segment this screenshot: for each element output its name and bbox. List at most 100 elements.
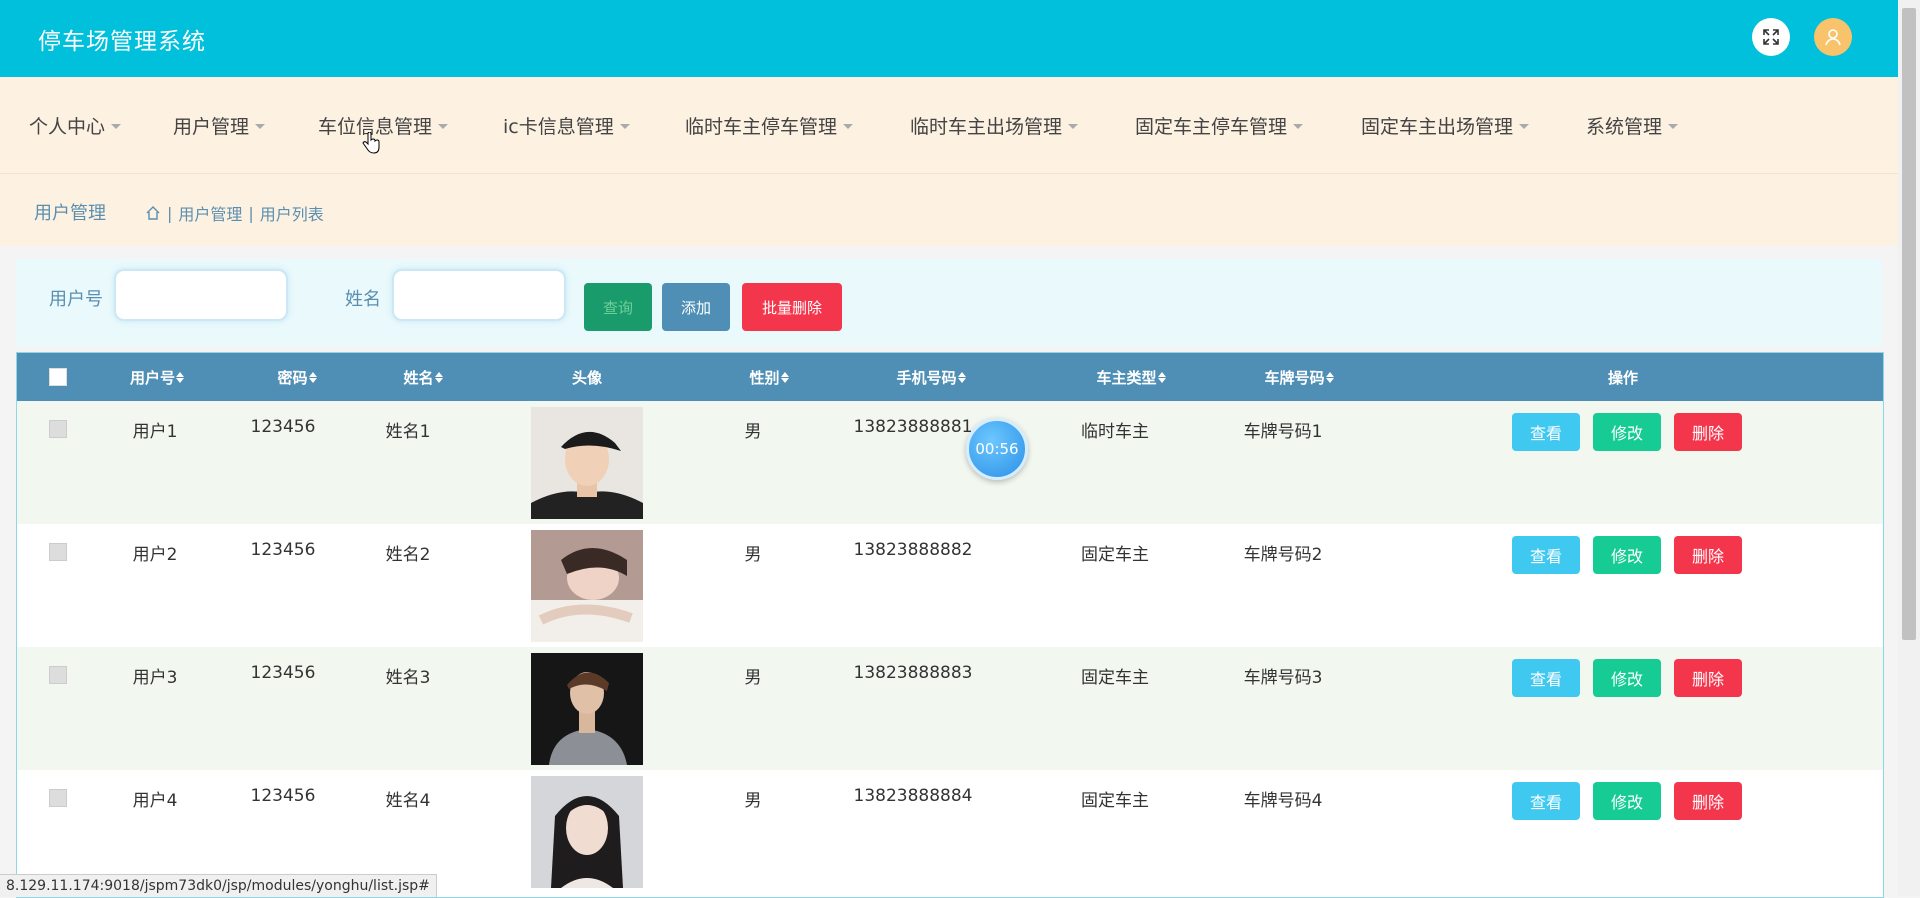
breadcrumb-item[interactable]: 用户管理 [178, 201, 242, 225]
menu-label: 系统管理 [1586, 116, 1663, 138]
app-title: 停车场管理系统 [38, 29, 206, 55]
vertical-scrollbar[interactable] [1898, 0, 1920, 896]
row-checkbox[interactable] [49, 789, 67, 807]
user-id-label: 用户号 [49, 289, 103, 310]
cell-gender: 男 [744, 668, 762, 688]
fullscreen-button[interactable] [1752, 18, 1790, 56]
col-phone[interactable]: 手机号码 [871, 353, 991, 401]
menu-system-management[interactable]: 系统管理 [1586, 112, 1679, 139]
row-checkbox[interactable] [49, 543, 67, 561]
menu-ic-card[interactable]: ic卡信息管理 [503, 112, 630, 139]
table-row: 用户3 123456 姓名3 男 13823888883 固定车主 车牌号码3 … [17, 647, 1883, 770]
breadcrumb-separator: | [248, 203, 254, 223]
menu-label: 个人中心 [29, 116, 106, 138]
cell-owner-type: 临时车主 [1081, 422, 1149, 442]
col-owner-type[interactable]: 车主类型 [1071, 353, 1191, 401]
search-panel: 用户号 姓名 查询 添加 批量删除 [16, 259, 1882, 346]
edit-button[interactable]: 修改 [1593, 782, 1661, 820]
cell-owner-type: 固定车主 [1081, 668, 1149, 688]
batch-delete-button[interactable]: 批量删除 [742, 283, 842, 331]
avatar-photo [531, 407, 643, 519]
breadcrumb-item-current: 用户列表 [259, 205, 324, 224]
menu-label: 固定车主出场管理 [1361, 116, 1514, 138]
col-name[interactable]: 姓名 [383, 353, 463, 401]
home-icon[interactable] [145, 205, 161, 221]
caret-down-icon [1519, 124, 1530, 129]
hand-cursor-icon [362, 132, 380, 154]
edit-button[interactable]: 修改 [1593, 659, 1661, 697]
header-label: 车主类型 [1096, 368, 1157, 387]
expand-icon [1763, 29, 1779, 45]
header-label: 手机号码 [896, 368, 957, 387]
name-label: 姓名 [345, 289, 381, 310]
name-input[interactable] [392, 269, 566, 321]
cell-gender: 男 [744, 545, 762, 565]
delete-button[interactable]: 删除 [1674, 782, 1742, 820]
timer-badge[interactable]: 00:56 [966, 418, 1028, 480]
caret-down-icon [1068, 124, 1079, 129]
cell-plate: 车牌号码1 [1243, 422, 1323, 442]
cell-owner-type: 固定车主 [1081, 545, 1149, 565]
view-button[interactable]: 查看 [1512, 659, 1580, 697]
cell-user-id: 用户1 [132, 422, 178, 442]
avatar-photo [531, 530, 643, 642]
delete-button[interactable]: 删除 [1674, 659, 1742, 697]
caret-down-icon [111, 124, 122, 129]
menu-personal-center[interactable]: 个人中心 [29, 112, 122, 139]
menu-fixed-parking[interactable]: 固定车主停车管理 [1135, 112, 1304, 139]
cell-phone: 13823888882 [853, 540, 973, 560]
cell-password: 123456 [250, 786, 316, 806]
view-button[interactable]: 查看 [1512, 536, 1580, 574]
view-button[interactable]: 查看 [1512, 782, 1580, 820]
table-row: 用户1 123456 姓名1 男 13823888881 临时车主 车牌号码1 … [17, 401, 1883, 524]
row-checkbox[interactable] [49, 666, 67, 684]
header-label: 操作 [1607, 368, 1638, 387]
menu-temp-exit[interactable]: 临时车主出场管理 [910, 112, 1079, 139]
menu-fixed-exit[interactable]: 固定车主出场管理 [1361, 112, 1530, 139]
header-label: 头像 [571, 368, 602, 387]
top-bar: 停车场管理系统 [0, 0, 1898, 77]
edit-button[interactable]: 修改 [1593, 536, 1661, 574]
cell-phone: 13823888884 [853, 786, 973, 806]
scrollbar-thumb[interactable] [1902, 8, 1916, 640]
caret-down-icon [619, 124, 630, 129]
cell-plate: 车牌号码3 [1243, 668, 1323, 688]
query-button[interactable]: 查询 [584, 283, 652, 331]
sort-icon [176, 371, 184, 383]
delete-button[interactable]: 删除 [1674, 413, 1742, 451]
menu-label: 临时车主出场管理 [910, 116, 1063, 138]
cell-phone: 13823888883 [853, 663, 973, 683]
caret-down-icon [1668, 124, 1679, 129]
menu-parking-space[interactable]: 车位信息管理 [318, 112, 449, 139]
user-id-input[interactable] [114, 269, 288, 321]
sort-icon [780, 371, 789, 383]
menu-user-management[interactable]: 用户管理 [173, 112, 266, 139]
cell-name: 姓名3 [385, 668, 431, 688]
view-button[interactable]: 查看 [1512, 413, 1580, 451]
cell-password: 123456 [250, 417, 316, 437]
row-checkbox[interactable] [49, 420, 67, 438]
cell-name: 姓名4 [385, 791, 431, 811]
menu-label: 固定车主停车管理 [1135, 116, 1288, 138]
user-avatar-button[interactable] [1814, 18, 1852, 56]
cell-owner-type: 固定车主 [1081, 791, 1149, 811]
cell-plate: 车牌号码4 [1243, 791, 1323, 811]
caret-down-icon [255, 124, 266, 129]
add-button[interactable]: 添加 [662, 283, 730, 331]
col-plate[interactable]: 车牌号码 [1239, 353, 1359, 401]
cell-user-id: 用户3 [132, 668, 178, 688]
select-all-checkbox[interactable] [49, 368, 67, 386]
avatar-photo [531, 776, 643, 888]
col-gender[interactable]: 性别 [729, 353, 809, 401]
cell-name: 姓名1 [385, 422, 431, 442]
delete-button[interactable]: 删除 [1674, 536, 1742, 574]
breadcrumb: | 用户管理 | 用户列表 [145, 201, 324, 225]
menu-label: 临时车主停车管理 [685, 116, 838, 138]
edit-button[interactable]: 修改 [1593, 413, 1661, 451]
col-password[interactable]: 密码 [257, 353, 337, 401]
col-actions: 操作 [1583, 353, 1663, 401]
sort-icon [957, 371, 966, 383]
col-user-id[interactable]: 用户号 [117, 353, 197, 401]
menu-temp-parking[interactable]: 临时车主停车管理 [685, 112, 854, 139]
table-header: 用户号 密码 姓名 头像 性别 手机号码 车主类型 车牌号码 操作 [17, 353, 1883, 401]
